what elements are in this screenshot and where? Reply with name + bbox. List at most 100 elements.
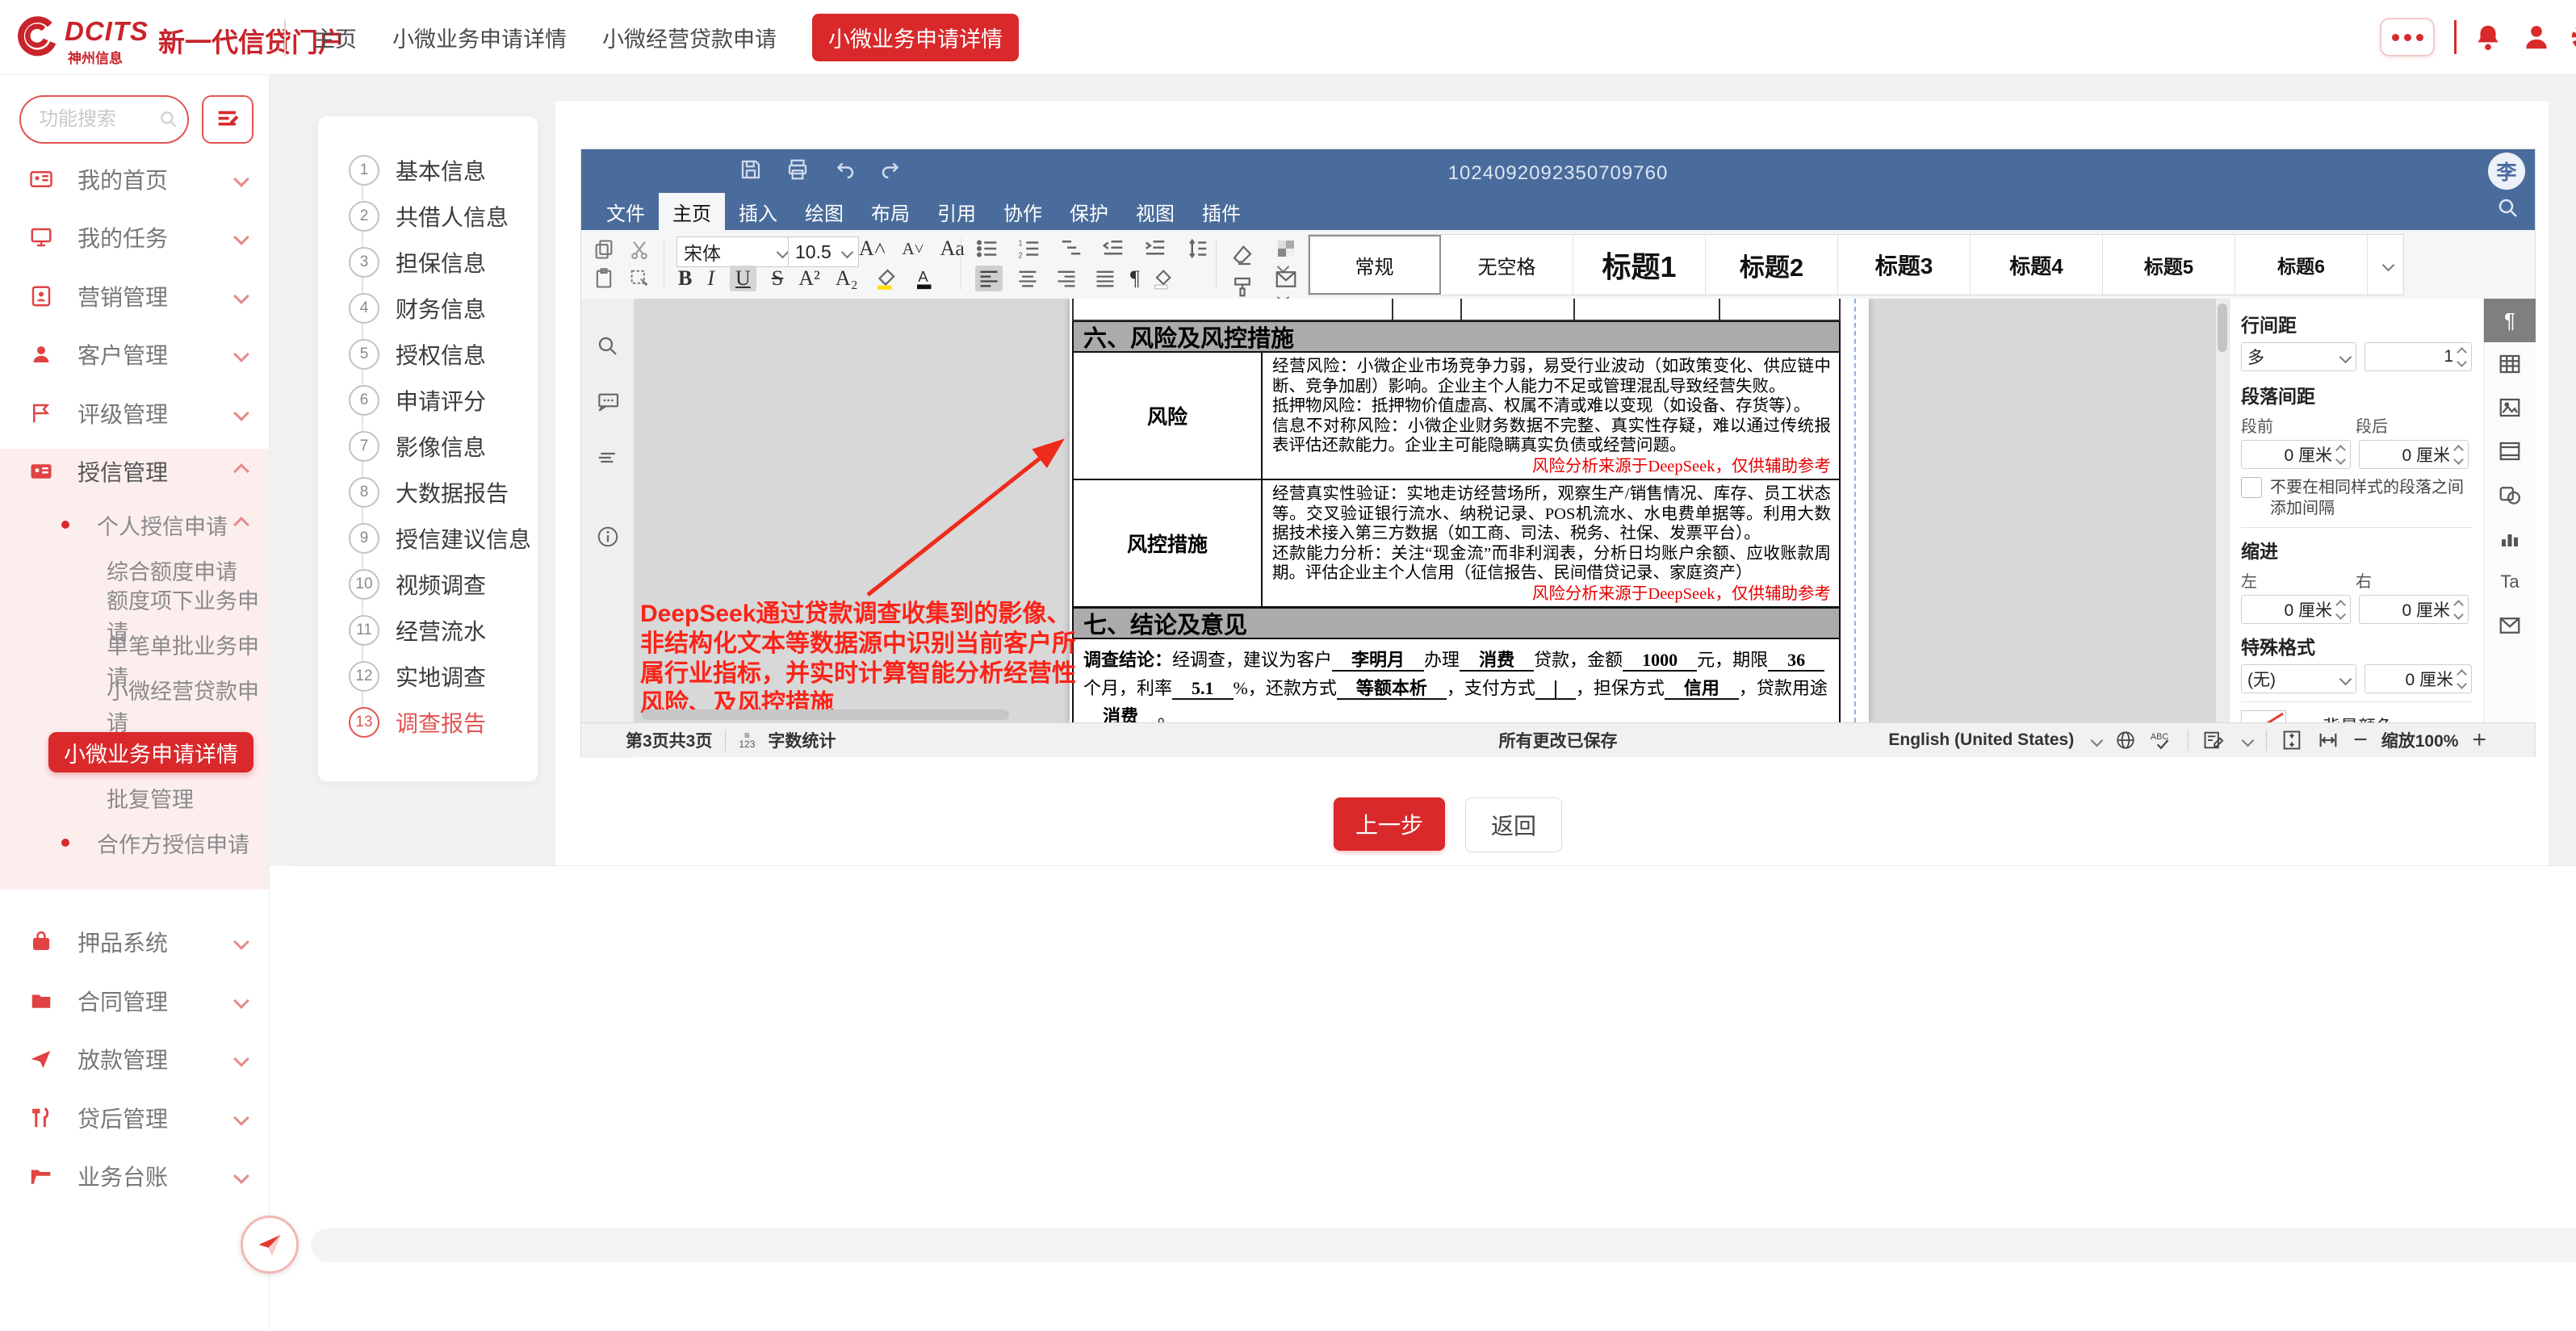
italic-button[interactable]: I [707,266,714,291]
copy-icon[interactable] [593,238,615,261]
strikethrough-button[interactable]: S [772,266,783,291]
text-art-panel-tab[interactable]: Ta [2484,560,2536,604]
sidebar-item-approval-mgmt[interactable]: 批复管理 [0,778,269,817]
highlight-color-button[interactable] [873,266,898,291]
format-painter-icon[interactable] [1230,274,1254,299]
style-heading1[interactable]: 标题1 [1573,235,1706,295]
sidebar-item-business-ledger[interactable]: 业务台账 [0,1157,269,1195]
justify-icon[interactable] [1091,266,1119,291]
decrease-indent-icon[interactable] [1101,236,1125,261]
spinner-icon[interactable] [2458,671,2465,688]
shapes-panel-tab[interactable] [2484,473,2536,517]
background-color-swatch[interactable] [2241,710,2286,722]
style-no-spacing[interactable]: 无空格 [1441,235,1573,295]
find-icon[interactable] [596,334,620,358]
shading-icon[interactable] [1151,267,1174,290]
step-scoring[interactable]: 6申请评分 [349,384,486,416]
indent-right-input[interactable]: 0 厘米 [2359,595,2469,624]
globe-icon[interactable] [2115,730,2136,751]
align-center-icon[interactable] [1014,266,1041,291]
spinner-icon[interactable] [2458,349,2465,366]
mail-panel-tab[interactable] [2484,604,2536,647]
step-survey-report[interactable]: 13调查报告 [349,706,486,739]
back-button[interactable]: 返回 [1465,797,1562,852]
paragraph-panel-tab[interactable]: ¶ [2484,299,2536,342]
clear-format-icon[interactable] [1230,244,1254,268]
step-video-survey[interactable]: 10视频调查 [349,568,486,601]
sidebar-item-micro-detail-active[interactable]: 小微业务申请详情 [48,732,253,772]
line-spacing-icon[interactable] [1185,236,1209,261]
style-heading3[interactable]: 标题3 [1838,235,1971,295]
line-spacing-mode-select[interactable]: 多 [2241,342,2356,371]
menu-view[interactable]: 视图 [1122,193,1188,230]
sidebar-item-personal-credit[interactable]: 个人授信申请 [0,505,269,544]
step-basic-info[interactable]: 1基本信息 [349,154,486,186]
superscript-button[interactable]: A² [798,266,820,291]
nav-tab-micro-detail-active[interactable]: 小微业务申请详情 [812,14,1019,61]
bold-button[interactable]: B [678,266,692,291]
step-guarantee[interactable]: 3担保信息 [349,246,486,278]
navigation-icon[interactable] [596,446,620,470]
spellcheck-icon[interactable]: ABC [2150,730,2174,751]
style-gallery-more-button[interactable] [2368,235,2403,295]
underline-button[interactable]: U [730,266,756,291]
style-normal[interactable]: 常规 [1309,235,1441,295]
style-heading2[interactable]: 标题2 [1706,235,1838,295]
nav-tab-micro-loan[interactable]: 小微经营贷款申请 [602,22,777,53]
sidebar-item-marketing[interactable]: 营销管理 [0,277,269,316]
spacing-before-input[interactable]: 0 厘米 [2241,440,2351,469]
payment-method-blank[interactable] [1535,678,1576,700]
sidebar-item-my-tasks[interactable]: 我的任务 [0,218,269,257]
paragraph-mark-icon[interactable]: ¶ [1130,266,1140,291]
special-format-amount-input[interactable]: 0 厘米 [2364,664,2472,693]
more-options-button[interactable] [2380,18,2435,57]
nav-tab-home[interactable]: 主页 [313,22,357,53]
menu-protect[interactable]: 保护 [1056,193,1122,230]
font-size-select[interactable]: 10.5 [788,236,859,267]
special-format-select[interactable]: (无) [2241,664,2356,693]
bullet-list-icon[interactable] [975,236,999,261]
sidebar-item-my-home[interactable]: 我的首页 [0,160,269,199]
step-authorization[interactable]: 5授权信息 [349,338,486,370]
align-right-icon[interactable] [1053,266,1080,291]
zoom-out-button[interactable]: − [2353,726,2368,754]
settings-icon[interactable] [2570,22,2576,52]
language-selector[interactable]: English (United States) [1888,730,2074,750]
indent-left-input[interactable]: 0 厘米 [2241,595,2351,624]
font-family-select[interactable]: 宋体 [676,236,794,267]
chart-panel-tab[interactable] [2484,517,2536,560]
spacing-after-input[interactable]: 0 厘米 [2359,440,2469,469]
cut-icon[interactable] [628,238,651,261]
line-spacing-value-input[interactable]: 1 [2364,342,2472,371]
select-icon[interactable] [628,267,651,290]
step-credit-advice[interactable]: 9授信建议信息 [349,522,531,555]
step-field-survey[interactable]: 12实地调查 [349,660,486,693]
align-left-icon[interactable] [975,266,1003,291]
feedback-fab-button[interactable] [241,1216,299,1274]
document-page[interactable]: 六、风险及风控措施 风险 经营风险：小微企业市场竞争力弱，易受行业波动（如政策变… [1070,299,1869,722]
nav-tab-micro-detail[interactable]: 小微业务申请详情 [392,22,567,53]
table-panel-tab[interactable] [2484,342,2536,386]
sidebar-item-disbursement[interactable]: 放款管理 [0,1040,269,1078]
menu-references[interactable]: 引用 [924,193,990,230]
menu-home[interactable]: 主页 [659,193,725,230]
numbered-list-icon[interactable]: 12 [1017,236,1041,261]
sidebar-item-rating[interactable]: 评级管理 [0,394,269,433]
menu-plugins[interactable]: 插件 [1188,193,1254,230]
zoom-in-button[interactable]: + [2472,726,2486,754]
scrollbar-thumb[interactable] [2218,303,2227,352]
spinner-icon[interactable] [2337,446,2344,463]
increase-indent-icon[interactable] [1143,236,1167,261]
spinner-icon[interactable] [2455,446,2462,463]
doc-search-icon[interactable] [2496,196,2520,220]
font-color-button[interactable]: A [913,266,937,291]
zoom-level[interactable]: 缩放100% [2381,728,2459,752]
fit-width-icon[interactable] [2317,729,2339,751]
menu-insert[interactable]: 插入 [725,193,791,230]
sidebar-item-partner-credit[interactable]: 合作方授信申请 [0,823,269,862]
avatar[interactable]: 李 [2488,153,2525,190]
previous-step-button[interactable]: 上一步 [1334,797,1445,851]
style-heading5[interactable]: 标题5 [2103,235,2235,295]
subscript-button[interactable]: A₂ [836,266,858,291]
step-coborrower[interactable]: 2共借人信息 [349,200,509,232]
